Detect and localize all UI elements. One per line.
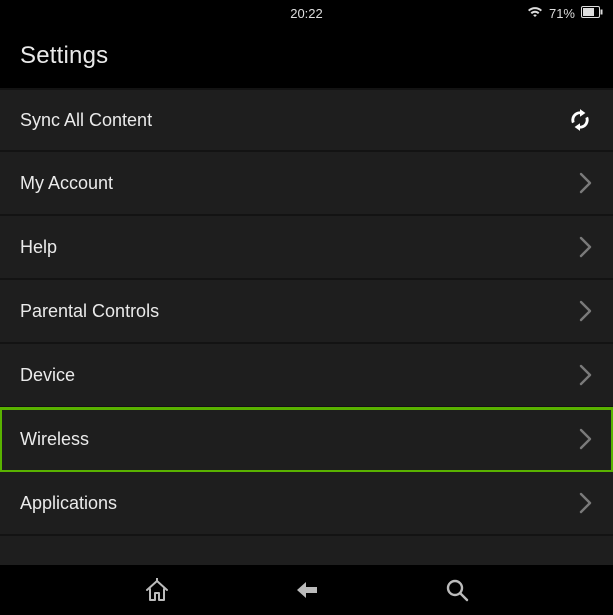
row-label: My Account — [20, 173, 113, 194]
status-bar: 20:22 71% — [0, 0, 613, 26]
row-label: Sync All Content — [20, 110, 152, 131]
row-label: Parental Controls — [20, 301, 159, 322]
status-right: 71% — [527, 6, 603, 21]
row-help[interactable]: Help — [0, 216, 613, 280]
wifi-icon — [527, 6, 543, 21]
sync-icon — [567, 107, 593, 133]
chevron-right-icon — [579, 172, 593, 194]
row-label: Device — [20, 365, 75, 386]
home-button[interactable] — [137, 570, 177, 610]
back-button[interactable] — [287, 570, 327, 610]
list-spacer — [0, 536, 613, 565]
page-title: Settings — [20, 42, 593, 70]
row-label: Applications — [20, 493, 117, 514]
battery-pct: 71% — [549, 6, 575, 21]
nav-bar — [0, 565, 613, 615]
search-icon — [445, 578, 469, 602]
chevron-right-icon — [579, 428, 593, 450]
settings-screen: 20:22 71% Settings Sync All Content My A… — [0, 0, 613, 615]
row-label: Wireless — [20, 429, 89, 450]
chevron-right-icon — [579, 492, 593, 514]
row-label: Help — [20, 237, 57, 258]
row-wireless[interactable]: Wireless — [0, 408, 613, 472]
chevron-right-icon — [579, 236, 593, 258]
row-device[interactable]: Device — [0, 344, 613, 408]
row-parental-controls[interactable]: Parental Controls — [0, 280, 613, 344]
row-sync-all-content[interactable]: Sync All Content — [0, 88, 613, 152]
settings-header: Settings — [0, 26, 613, 88]
row-applications[interactable]: Applications — [0, 472, 613, 536]
settings-list: Sync All Content My Account Help Parenta… — [0, 88, 613, 565]
row-my-account[interactable]: My Account — [0, 152, 613, 216]
search-button[interactable] — [437, 570, 477, 610]
home-icon — [144, 578, 170, 602]
status-time: 20:22 — [290, 6, 323, 21]
chevron-right-icon — [579, 300, 593, 322]
back-icon — [295, 580, 319, 600]
battery-icon — [581, 6, 603, 21]
chevron-right-icon — [579, 364, 593, 386]
